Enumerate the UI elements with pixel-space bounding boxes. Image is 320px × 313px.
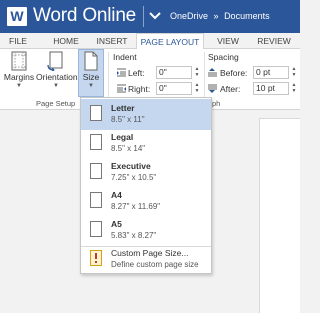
size-option-a5[interactable]: A5 5.83" x 8.27": [81, 215, 211, 246]
page-size-menu: Letter 8.5" x 11" Legal 8.5" x 14" Execu…: [80, 97, 212, 274]
indent-left-spinner[interactable]: ▲ ▼: [193, 66, 201, 79]
page-setup-group-label: Page Setup: [36, 99, 76, 108]
spacing-before-input[interactable]: 0 pt: [253, 66, 289, 79]
margins-label: Margins: [3, 72, 35, 82]
paragraph-group-label: ph: [212, 99, 221, 108]
spacing-after-input[interactable]: 10 pt: [253, 82, 289, 95]
tab-insert[interactable]: INSERT: [92, 33, 132, 49]
custom-size-description: Define custom page size: [111, 260, 199, 269]
size-option-name: A4: [111, 190, 122, 200]
tab-file[interactable]: FILE: [3, 33, 33, 49]
indent-left-icon: [117, 68, 126, 77]
indent-right-icon: [117, 84, 126, 93]
size-button-content: Size ▼: [79, 51, 103, 89]
size-option-dims: 7.25" x 10.5": [111, 173, 157, 182]
indent-right-input[interactable]: 0": [156, 82, 192, 95]
margins-icon: [11, 51, 27, 71]
exclamation-icon: [95, 253, 97, 263]
size-button[interactable]: Size ▼: [78, 49, 104, 97]
size-option-dims: 5.83" x 8.27": [111, 231, 157, 240]
indent-left-input[interactable]: 0": [156, 66, 192, 79]
size-option-name: Executive: [111, 161, 151, 171]
custom-page-size-option[interactable]: Custom Page Size... Define custom page s…: [81, 244, 211, 275]
indent-right-spinner[interactable]: ▲ ▼: [193, 82, 201, 95]
tab-review[interactable]: REVIEW: [252, 33, 296, 49]
custom-size-icon: [90, 250, 102, 266]
size-label: Size: [82, 72, 100, 82]
size-option-dims: 8.5" x 14": [111, 144, 146, 153]
size-option-a4[interactable]: A4 8.27" x 11.69": [81, 186, 211, 217]
ribbon-tabs: FILE HOME INSERT PAGE LAYOUT VIEW REVIEW: [0, 33, 300, 50]
tab-page-layout[interactable]: PAGE LAYOUT: [136, 33, 204, 50]
size-option-letter[interactable]: Letter 8.5" x 11": [81, 99, 211, 130]
size-option-legal[interactable]: Legal 8.5" x 14": [81, 128, 211, 159]
tab-home[interactable]: HOME: [50, 33, 82, 49]
word-logo-icon: W: [7, 7, 27, 26]
page-size-icon: [84, 51, 98, 71]
chevron-down-icon: ▼: [88, 83, 94, 89]
size-option-dims: 8.5" x 11": [111, 115, 145, 124]
breadcrumb-onedrive[interactable]: OneDrive: [170, 11, 208, 21]
page-icon: [90, 163, 102, 179]
orientation-icon: [47, 51, 63, 71]
size-option-name: A5: [111, 219, 122, 229]
custom-size-name: Custom Page Size...: [111, 248, 189, 258]
page-icon: [90, 105, 102, 121]
breadcrumb: OneDrive » Documents: [170, 11, 270, 21]
size-option-dims: 8.27" x 11.69": [111, 202, 161, 211]
size-option-name: Legal: [111, 132, 134, 142]
indent-left-label: Left:: [128, 68, 145, 78]
chevron-down-icon: ▼: [16, 83, 22, 89]
indent-title: Indent: [113, 52, 137, 62]
spacing-after-icon: [208, 84, 217, 93]
document-page[interactable]: [259, 118, 300, 313]
breadcrumb-documents[interactable]: Documents: [224, 11, 270, 21]
chevron-down-icon: ▼: [53, 83, 59, 89]
spacing-before-icon: [208, 68, 217, 77]
size-option-name: Letter: [111, 103, 135, 113]
spacing-after-spinner[interactable]: ▲ ▼: [290, 82, 298, 95]
page-icon: [90, 221, 102, 237]
spacing-before-spinner[interactable]: ▲ ▼: [290, 66, 298, 79]
orientation-button[interactable]: Orientation ▼: [36, 51, 78, 89]
page-icon: [90, 134, 102, 150]
indent-right-label: Right:: [128, 84, 151, 94]
size-option-executive[interactable]: Executive 7.25" x 10.5": [81, 157, 211, 188]
page-icon: [90, 192, 102, 208]
chevron-down-icon[interactable]: [148, 9, 162, 23]
spacing-after-label: After:: [220, 84, 241, 94]
orientation-label: Orientation: [36, 72, 78, 82]
title-divider: [143, 6, 144, 27]
margins-button[interactable]: Margins ▼: [3, 51, 35, 89]
spacing-before-label: Before:: [220, 68, 248, 78]
tab-view[interactable]: VIEW: [213, 33, 243, 49]
app-title[interactable]: Word Online: [33, 5, 136, 27]
breadcrumb-separator: »: [213, 11, 219, 21]
title-bar: W Word Online OneDrive » Documents: [0, 0, 300, 33]
spacing-title: Spacing: [208, 52, 239, 62]
